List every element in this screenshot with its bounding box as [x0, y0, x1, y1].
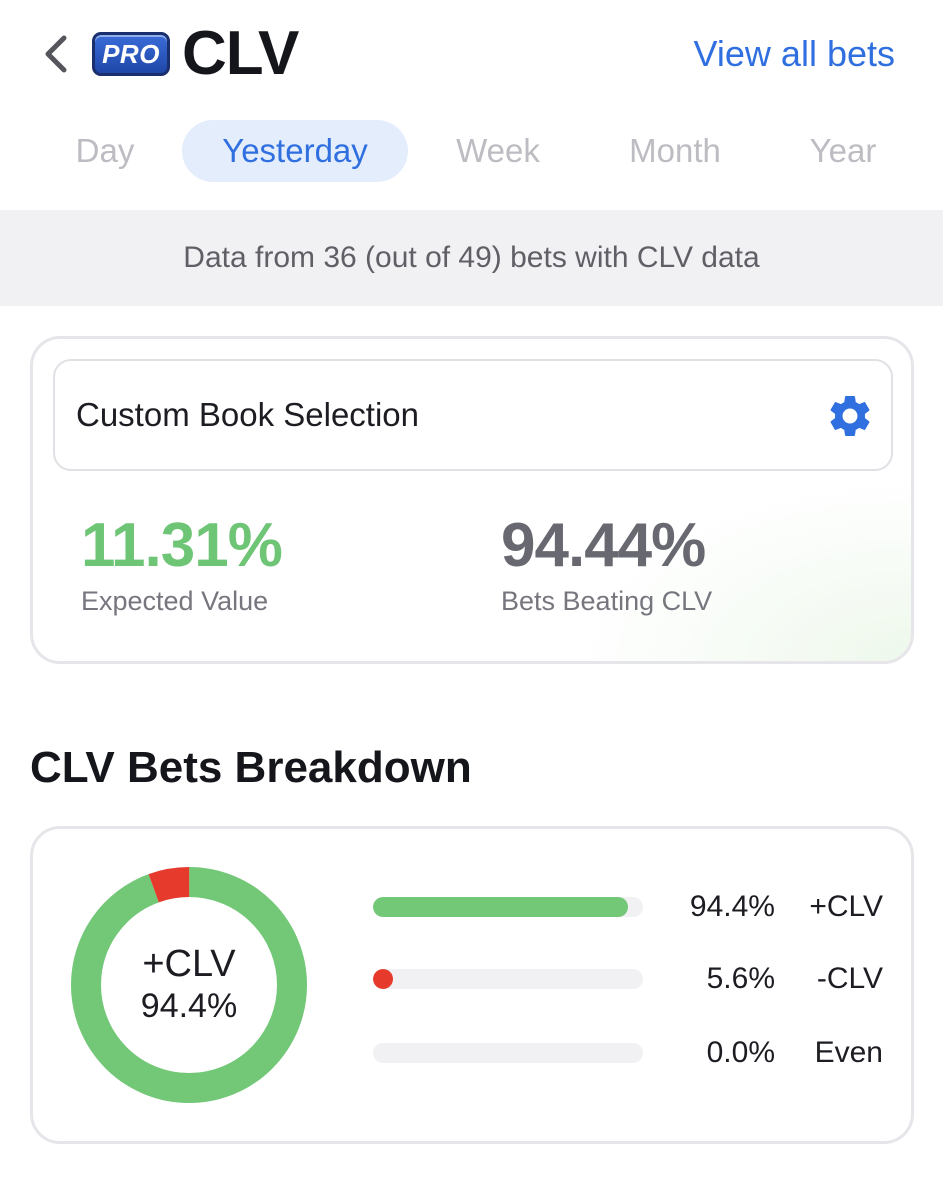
- bets-beating-clv-label: Bets Beating CLV: [501, 586, 713, 616]
- expected-value-label: Expected Value: [81, 586, 269, 616]
- book-selection-button[interactable]: Custom Book Selection: [53, 359, 893, 471]
- tab-day[interactable]: Day: [52, 120, 158, 182]
- breakdown-card: +CLV 94.4% 94.4% +CLV 5.6% -CLV 0.0% Eve…: [30, 826, 914, 1144]
- donut-center: +CLV 94.4%: [71, 867, 307, 1103]
- pro-badge: PRO: [92, 32, 170, 76]
- tab-yesterday[interactable]: Yesterday: [182, 120, 408, 182]
- back-button[interactable]: [36, 30, 76, 78]
- bets-beating-clv-value: 94.44%: [501, 511, 706, 580]
- view-all-bets-link[interactable]: View all bets: [694, 32, 895, 76]
- bar-fill-positive-clv: [373, 897, 628, 917]
- bar-percent: 94.4%: [689, 890, 775, 923]
- gear-icon[interactable]: [825, 391, 875, 441]
- breakdown-title: CLV Bets Breakdown: [30, 743, 472, 792]
- tab-year[interactable]: Year: [792, 120, 894, 182]
- bar-fill-negative-clv: [373, 969, 393, 989]
- donut-value: 94.4%: [140, 987, 238, 1025]
- bar-track: [373, 897, 643, 917]
- pro-badge-text: PRO: [102, 38, 160, 69]
- expected-value-metric: 11.31% Expected Value: [81, 511, 283, 619]
- book-selection-label: Custom Book Selection: [76, 396, 420, 433]
- data-info-banner: Data from 36 (out of 49) bets with CLV d…: [0, 210, 943, 306]
- tab-month[interactable]: Month: [608, 120, 742, 182]
- bar-row-positive-clv: 94.4% +CLV: [373, 887, 883, 927]
- header: PRO CLV View all bets: [0, 0, 943, 110]
- donut-label: +CLV: [142, 943, 236, 985]
- bar-percent: 5.6%: [706, 962, 775, 995]
- summary-card: Custom Book Selection 11.31% Expected Va…: [30, 336, 914, 664]
- period-tabs: Day Yesterday Week Month Year: [0, 120, 943, 182]
- chevron-left-icon: [45, 35, 67, 73]
- bar-row-negative-clv: 5.6% -CLV: [373, 959, 883, 999]
- bar-name: Even: [814, 1036, 883, 1069]
- bar-track: [373, 1043, 643, 1063]
- bar-row-even: 0.0% Even: [373, 1033, 883, 1073]
- expected-value: 11.31%: [81, 511, 283, 580]
- bar-track: [373, 969, 643, 989]
- bar-name: +CLV: [809, 890, 883, 923]
- page-title: CLV: [182, 19, 299, 88]
- bar-name: -CLV: [816, 962, 883, 995]
- tab-week[interactable]: Week: [440, 120, 556, 182]
- bar-percent: 0.0%: [706, 1036, 775, 1069]
- bets-beating-clv-metric: 94.44% Bets Beating CLV: [501, 511, 712, 619]
